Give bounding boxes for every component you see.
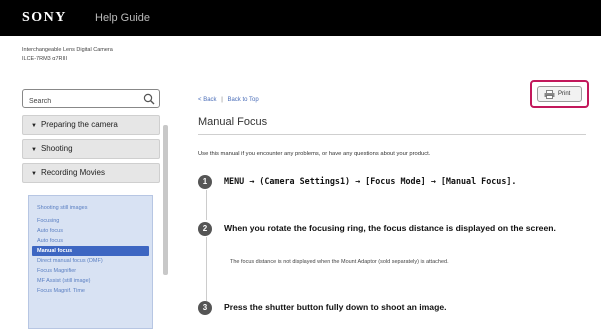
sidebar-scrollbar[interactable]	[163, 125, 168, 275]
subnav-item[interactable]: Auto focus	[29, 236, 152, 246]
subnav-item[interactable]: Focus Magnif. Time	[29, 286, 152, 296]
sidebar-item-shooting[interactable]: ▼ Shooting	[22, 139, 160, 159]
product-line-1: Interchangeable Lens Digital Camera	[22, 47, 113, 53]
subnav-item[interactable]: MF Assist (still image)	[29, 276, 152, 286]
step-connector	[206, 190, 207, 220]
search-input[interactable]	[23, 93, 133, 110]
step-text: MENU → (Camera Settings1) → [Focus Mode]…	[224, 176, 517, 186]
breadcrumb: < Back | Back to Top	[198, 97, 259, 103]
product-name: Interchangeable Lens Digital Camera ILCE…	[22, 46, 113, 64]
sidebar-nav: ▼ Preparing the camera ▼ Shooting ▼ Recordi…	[22, 115, 160, 187]
back-to-top-link[interactable]: Back to Top	[227, 97, 258, 103]
sony-logo[interactable]: SONY	[22, 10, 67, 26]
intro-text: Use this manual if you encounter any pro…	[198, 151, 431, 157]
top-bar: SONY Help Guide	[0, 0, 601, 36]
step-number: 1	[198, 175, 212, 189]
step-number: 3	[198, 301, 212, 315]
subnav-item[interactable]: Shooting still images	[29, 203, 152, 216]
step-text: When you rotate the focusing ring, the f…	[224, 223, 556, 233]
printer-icon	[544, 90, 555, 105]
triangle-down-icon: ▼	[31, 171, 37, 177]
page-title: Manual Focus	[198, 116, 268, 128]
product-line-2: ILCE-7RM3 α7RIII	[22, 56, 68, 62]
subnav-item[interactable]: Focusing	[29, 216, 152, 226]
search-box[interactable]	[22, 89, 160, 110]
step-number: 2	[198, 222, 212, 236]
sidebar-item-preparing-camera[interactable]: ▼ Preparing the camera	[22, 115, 160, 135]
subnav-item[interactable]: Focus Magnifier	[29, 266, 152, 276]
title-divider	[198, 134, 586, 135]
print-highlight: Print	[530, 80, 589, 108]
subnav-item[interactable]: Auto focus	[29, 226, 152, 236]
triangle-down-icon: ▼	[31, 147, 37, 153]
back-chevron-icon[interactable]: <	[198, 97, 202, 103]
search-icon[interactable]	[143, 92, 155, 110]
sidebar-subnav: Shooting still images Focusing Auto focu…	[28, 195, 153, 329]
triangle-down-icon: ▼	[31, 123, 37, 129]
subnav-item[interactable]: Direct manual focus (DMF)	[29, 256, 152, 266]
step-note: The focus distance is not displayed when…	[230, 259, 449, 265]
print-button[interactable]: Print	[537, 86, 582, 102]
step-text: Press the shutter button fully down to s…	[224, 302, 447, 312]
breadcrumb-separator: |	[221, 97, 223, 103]
subnav-item-active[interactable]: Manual focus	[32, 246, 149, 256]
sidebar-item-recording-movies[interactable]: ▼ Recording Movies	[22, 163, 160, 183]
print-label: Print	[558, 91, 571, 97]
help-guide-title: Help Guide	[95, 12, 151, 24]
back-link[interactable]: Back	[203, 97, 216, 103]
step-connector	[206, 237, 207, 301]
